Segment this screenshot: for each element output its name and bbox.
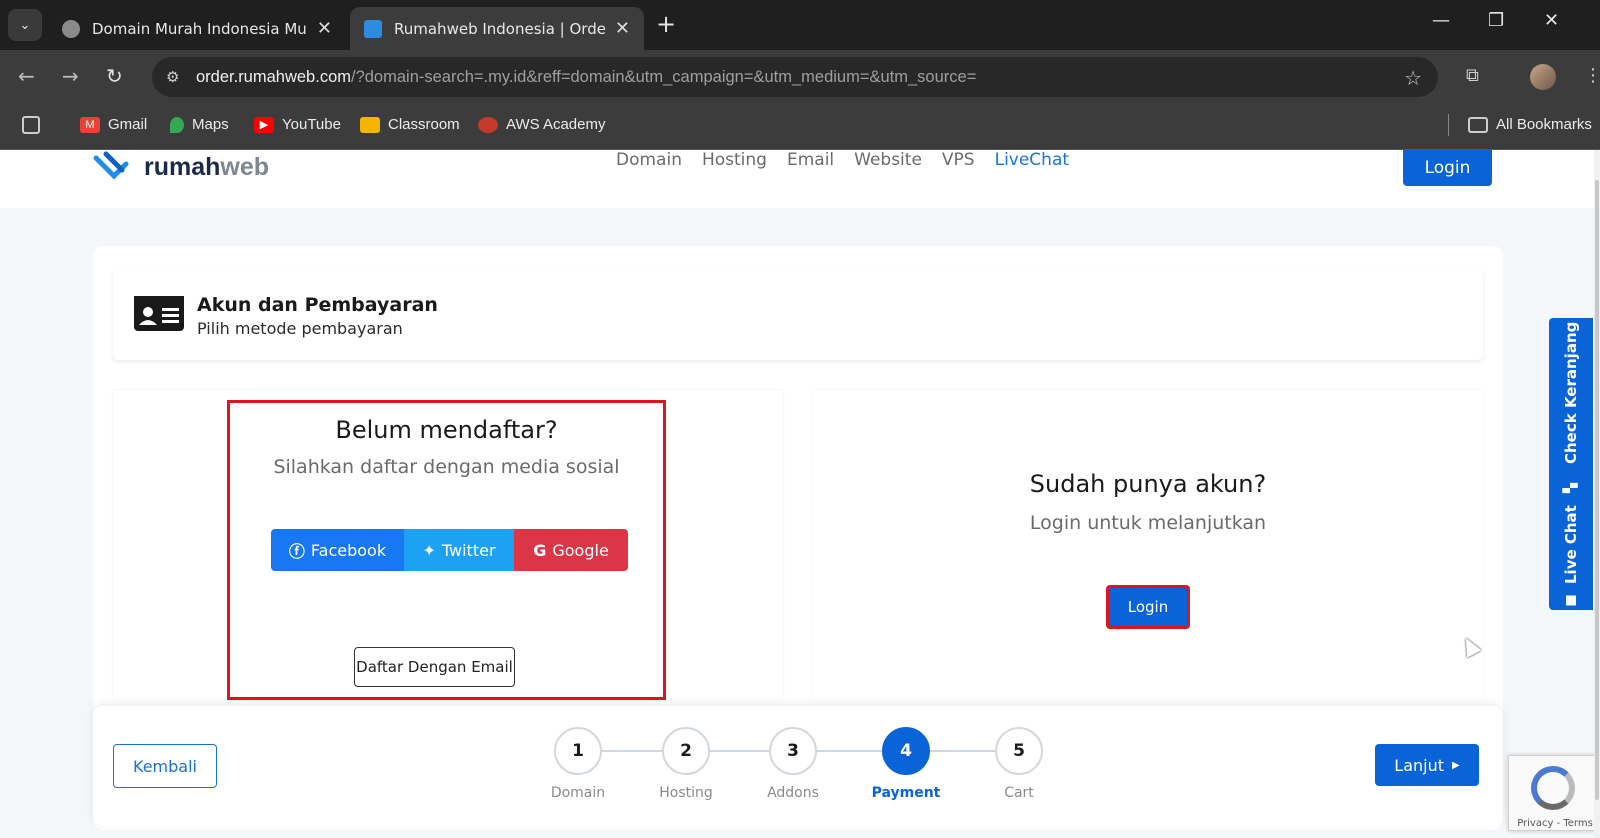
- live-chat-tab[interactable]: Live Chat: [1549, 500, 1593, 590]
- gmail-icon: M: [80, 116, 100, 133]
- bookmark-gmail[interactable]: M Gmail: [80, 116, 147, 133]
- section-title: Akun dan Pembayaran: [197, 294, 438, 316]
- check-cart-tab[interactable]: Check Keranjang: [1549, 318, 1593, 468]
- menu-dots-icon[interactable]: ⋮: [1584, 65, 1600, 86]
- site-settings-icon[interactable]: ⚙: [166, 68, 196, 86]
- bookmark-star-icon[interactable]: ☆: [1404, 66, 1422, 90]
- step-addons[interactable]: 3 Addons: [767, 727, 819, 801]
- tab-title: Domain Murah Indonesia Mula: [92, 19, 307, 38]
- register-email-button[interactable]: Daftar Dengan Email: [354, 647, 515, 687]
- step-label: Addons: [767, 785, 819, 801]
- address-bar[interactable]: ⚙ order.rumahweb.com/?domain-search=.my.…: [152, 57, 1438, 97]
- extensions-icon[interactable]: ⧉: [1466, 65, 1479, 86]
- step-label: Domain: [550, 785, 606, 801]
- rumahweb-logo-icon: [93, 151, 129, 180]
- profile-avatar[interactable]: [1530, 64, 1556, 90]
- step-payment[interactable]: 4 Payment: [872, 727, 940, 801]
- account-title: Sudah punya akun?: [1029, 470, 1267, 498]
- step-label: Payment: [871, 785, 941, 801]
- forward-arrow-icon[interactable]: →: [62, 64, 79, 88]
- step-label: Cart: [1004, 785, 1034, 801]
- restore-icon[interactable]: ❐: [1488, 10, 1504, 31]
- nav-email[interactable]: Email: [787, 150, 834, 170]
- all-bookmarks[interactable]: All Bookmarks: [1468, 116, 1592, 133]
- back-button[interactable]: Kembali: [113, 744, 217, 788]
- bookmark-youtube[interactable]: ▶ YouTube: [254, 116, 341, 133]
- facebook-icon: ⓕ: [288, 542, 305, 561]
- rumahweb-favicon-icon: [364, 19, 382, 38]
- login-button[interactable]: Login: [1106, 585, 1190, 629]
- browser-tab-bar: ⌄ Domain Murah Indonesia Mula ✕ Rumahweb…: [0, 0, 1600, 50]
- step-hosting[interactable]: 2 Hosting: [659, 727, 713, 801]
- bookmark-maps[interactable]: Maps: [170, 116, 229, 133]
- recaptcha-icon: [1531, 766, 1575, 810]
- step-cart[interactable]: 5 Cart: [995, 727, 1043, 801]
- minimize-icon[interactable]: —: [1432, 10, 1450, 31]
- nav-hosting[interactable]: Hosting: [702, 150, 767, 170]
- aws-academy-icon: [478, 116, 498, 133]
- step-domain[interactable]: 1 Domain: [551, 727, 605, 801]
- tab-search-button[interactable]: ⌄: [8, 9, 42, 41]
- step-number: 2: [662, 727, 710, 775]
- id-card-icon: [134, 296, 184, 331]
- back-arrow-icon[interactable]: ←: [18, 64, 35, 88]
- bookmark-aws-academy[interactable]: AWS Academy: [478, 116, 605, 133]
- site-header: rumahweb Domain Hosting Email Website VP…: [0, 150, 1600, 208]
- browser-toolbar: ← → ↻ ⚙ order.rumahweb.com/?domain-searc…: [0, 50, 1600, 104]
- google-icon: G: [533, 540, 547, 560]
- top-navigation: Domain Hosting Email Website VPS LiveCha…: [616, 150, 1089, 170]
- scrollbar-thumb[interactable]: [1595, 180, 1599, 800]
- caret-right-icon: ▶: [1452, 759, 1460, 771]
- step-number: 5: [995, 727, 1043, 775]
- classroom-icon: [360, 116, 380, 133]
- register-title: Belum mendaftar?: [335, 416, 558, 444]
- nav-vps[interactable]: VPS: [942, 150, 975, 170]
- twitter-icon: ✦: [422, 540, 436, 560]
- reload-icon[interactable]: ↻: [106, 64, 123, 88]
- cart-icon: ▚: [1563, 483, 1579, 493]
- bookmark-classroom[interactable]: Classroom: [360, 116, 460, 133]
- youtube-icon: ▶: [254, 116, 274, 133]
- tab-domain-murah[interactable]: Domain Murah Indonesia Mula ✕: [48, 7, 346, 50]
- twitter-button[interactable]: ✦ Twitter: [404, 529, 514, 571]
- rumahweb-logo[interactable]: rumahweb: [92, 150, 269, 184]
- section-subtitle: Pilih metode pembayaran: [197, 319, 403, 338]
- google-button[interactable]: G Google: [514, 529, 628, 571]
- account-subtitle: Login untuk melanjutkan: [1029, 512, 1267, 534]
- apps-grid-icon[interactable]: [22, 116, 48, 134]
- register-subtitle: Silahkan daftar dengan media sosial: [273, 456, 620, 478]
- maps-icon: [170, 116, 184, 133]
- nav-livechat[interactable]: LiveChat: [995, 150, 1069, 170]
- floating-side-tab-content: Check Keranjang ▚ Live Chat ■: [1549, 318, 1593, 610]
- header-login-button[interactable]: Login: [1403, 150, 1492, 186]
- recaptcha-links[interactable]: Privacy - Terms: [1509, 818, 1600, 829]
- close-tab-icon[interactable]: ✕: [317, 18, 332, 39]
- step-number: 3: [769, 727, 817, 775]
- globe-icon: [62, 19, 80, 38]
- nav-website[interactable]: Website: [854, 150, 922, 170]
- facebook-button[interactable]: ⓕ Facebook: [271, 529, 404, 571]
- url-text: order.rumahweb.com/?domain-search=.my.id…: [196, 67, 977, 86]
- bookmarks-divider: [1448, 114, 1449, 136]
- tab-rumahweb-order[interactable]: Rumahweb Indonesia | Order ✕: [350, 7, 644, 50]
- step-label: Hosting: [659, 785, 713, 801]
- step-number: 1: [554, 727, 602, 775]
- close-tab-icon[interactable]: ✕: [615, 18, 630, 39]
- folder-icon: [1468, 116, 1488, 133]
- nav-domain[interactable]: Domain: [616, 150, 682, 170]
- close-window-icon[interactable]: ✕: [1544, 10, 1559, 31]
- login-column: [813, 390, 1483, 700]
- next-button[interactable]: Lanjut ▶: [1375, 744, 1479, 786]
- step-number: 4: [882, 727, 930, 775]
- bookmarks-bar: M Gmail Maps ▶ YouTube Classroom AWS Acade…: [0, 104, 1600, 150]
- chat-icon: ■: [1563, 593, 1579, 609]
- tab-title: Rumahweb Indonesia | Order: [394, 19, 605, 38]
- new-tab-plus-icon[interactable]: +: [656, 10, 676, 38]
- section-header-card: Akun dan Pembayaran Pilih metode pembaya…: [113, 268, 1483, 360]
- recaptcha-badge[interactable]: Privacy - Terms: [1508, 755, 1600, 831]
- logo-text: rumahweb: [144, 152, 270, 181]
- social-login-group: ⓕ Facebook ✦ Twitter G Google: [271, 529, 628, 571]
